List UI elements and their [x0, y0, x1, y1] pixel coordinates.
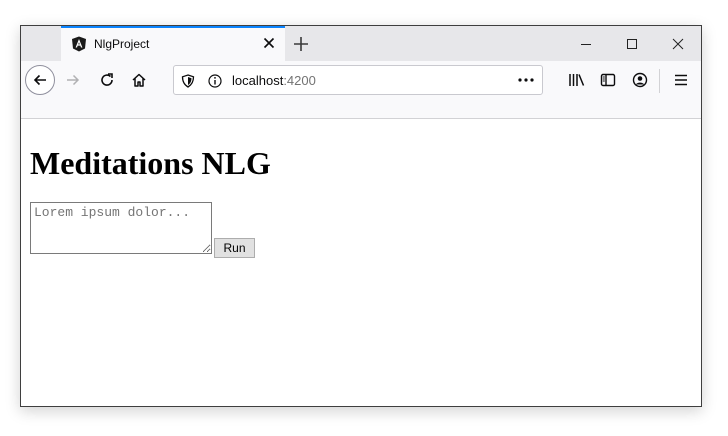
- navigation-toolbar: localhost:4200: [21, 61, 701, 119]
- run-button[interactable]: Run: [214, 238, 255, 258]
- more-actions-icon[interactable]: [516, 70, 536, 90]
- sidebar-icon[interactable]: [594, 66, 622, 94]
- back-arrow-icon[interactable]: [25, 65, 55, 95]
- toolbar-divider: [659, 69, 660, 93]
- text-input[interactable]: [30, 202, 212, 254]
- forward-arrow-icon[interactable]: [59, 66, 87, 94]
- plus-icon[interactable]: [291, 34, 311, 54]
- angular-logo-icon: [72, 36, 86, 52]
- library-icon[interactable]: [563, 66, 591, 94]
- minimize-icon[interactable]: [563, 26, 609, 61]
- hamburger-menu-icon[interactable]: [667, 66, 695, 94]
- tab-strip: NlgProject: [21, 26, 701, 61]
- reload-icon[interactable]: [93, 66, 121, 94]
- maximize-icon[interactable]: [609, 26, 655, 61]
- tab-nlgproject[interactable]: NlgProject: [61, 26, 285, 61]
- home-icon[interactable]: [125, 66, 153, 94]
- info-icon[interactable]: [207, 73, 223, 89]
- close-icon[interactable]: [261, 35, 277, 51]
- url-port: :4200: [283, 73, 316, 88]
- url-text[interactable]: localhost:4200: [232, 73, 316, 88]
- tab-title: NlgProject: [94, 37, 150, 51]
- account-icon[interactable]: [626, 66, 654, 94]
- address-bar[interactable]: localhost:4200: [173, 65, 543, 95]
- shield-icon[interactable]: [180, 73, 196, 89]
- url-host: localhost: [232, 73, 284, 88]
- page-content: Meditations NLG Run: [21, 119, 701, 406]
- browser-window: NlgProject localhost:4200 Meditations NL…: [20, 25, 702, 407]
- close-window-icon[interactable]: [655, 26, 701, 61]
- page-title: Meditations NLG: [30, 145, 271, 181]
